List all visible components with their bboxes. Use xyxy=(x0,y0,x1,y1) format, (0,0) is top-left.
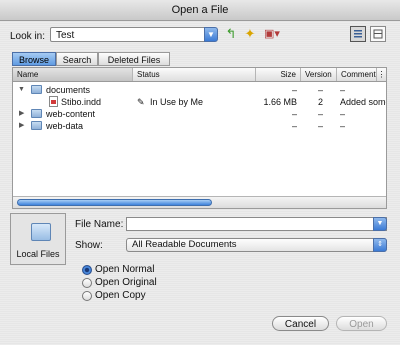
disclosure-closed-icon[interactable]: ▶ xyxy=(19,108,24,120)
tab-label: Deleted Files xyxy=(107,55,161,65)
item-version: – xyxy=(317,109,323,119)
new-folder-icon[interactable]: ✦ xyxy=(243,26,257,42)
disclosure-open-icon[interactable]: ▼ xyxy=(18,84,25,96)
look-in-dropdown-button[interactable]: ▼ xyxy=(204,27,218,42)
radio-button[interactable] xyxy=(82,265,92,275)
file-list[interactable]: Name Status Size Version Comment ⋮ ▼ doc… xyxy=(12,67,387,209)
open-file-dialog: Open a File Look in: Test ▼ ↰ ✦ ▣▾ Brows… xyxy=(0,0,400,345)
item-name: web-content xyxy=(46,109,96,119)
sidebar-item-label: Local Files xyxy=(16,249,60,259)
folder-icon xyxy=(31,109,42,118)
show-label: Show: xyxy=(75,240,103,251)
item-comment: – xyxy=(340,121,346,131)
chevron-down-icon: ▼ xyxy=(207,30,215,39)
item-size: 1.66 MB xyxy=(263,97,297,107)
item-name: web-data xyxy=(46,121,84,131)
look-in-select[interactable]: Test xyxy=(50,27,212,42)
toolbox-icon[interactable]: ▣▾ xyxy=(261,26,283,42)
column-header-comment[interactable]: Comment xyxy=(337,68,377,81)
item-comment: – xyxy=(340,109,346,119)
show-select[interactable]: All Readable Documents xyxy=(126,238,387,252)
item-comment: Added some xyxy=(340,97,386,107)
tab-label: Search xyxy=(62,55,92,65)
folder-icon xyxy=(31,85,42,94)
column-header-version[interactable]: Version xyxy=(301,68,337,81)
show-dropdown-button[interactable]: ⇕ xyxy=(373,238,387,252)
item-version: – xyxy=(317,85,323,95)
column-header-name[interactable]: Name xyxy=(13,68,133,81)
up-folder-icon[interactable]: ↰ xyxy=(224,26,238,42)
horizontal-scrollbar[interactable] xyxy=(13,196,386,208)
radio-button[interactable] xyxy=(82,278,92,288)
tab-search[interactable]: Search xyxy=(56,52,98,66)
item-name: Stibo.indd xyxy=(61,97,102,107)
item-name: documents xyxy=(46,85,91,95)
file-name-label: File Name: xyxy=(75,219,124,230)
disclosure-closed-icon[interactable]: ▶ xyxy=(19,120,24,132)
column-header-size[interactable]: Size xyxy=(256,68,301,81)
column-header-label: Version xyxy=(305,70,332,79)
item-comment: – xyxy=(340,85,346,95)
list-view-icon xyxy=(354,30,362,38)
file-name-dropdown-button[interactable]: ▼ xyxy=(373,217,387,231)
item-size: – xyxy=(291,121,297,131)
list-item[interactable]: ▶ web-content – – – xyxy=(13,108,386,120)
column-header-label: Name xyxy=(17,70,39,79)
sidebar-item-local-files[interactable]: Local Files xyxy=(10,213,66,265)
item-version: 2 xyxy=(317,97,323,107)
tab-label: Browse xyxy=(18,55,49,65)
tab-browse[interactable]: Browse xyxy=(12,52,56,66)
open-button[interactable]: Open xyxy=(336,316,387,331)
item-size: – xyxy=(291,109,297,119)
column-header-status[interactable]: Status xyxy=(133,68,256,81)
radio-label: Open Normal xyxy=(95,264,155,275)
indesign-document-icon xyxy=(49,96,58,107)
column-header-label: Status xyxy=(137,70,160,79)
detail-view-button[interactable] xyxy=(370,26,386,42)
radio-label: Open Original xyxy=(95,277,157,288)
chevron-updown-icon: ⇕ xyxy=(377,241,383,248)
list-view-button[interactable] xyxy=(350,26,366,42)
list-item[interactable]: ▶ web-data – – – xyxy=(13,120,386,132)
list-item[interactable]: ▼ documents – – – xyxy=(13,84,386,96)
folder-icon xyxy=(31,223,51,241)
list-item[interactable]: Stibo.indd ✎ In Use by Me 1.66 MB 2 Adde… xyxy=(13,96,386,108)
item-version: – xyxy=(317,121,323,131)
column-header-label: Comment xyxy=(341,70,376,79)
window-title: Open a File xyxy=(0,0,400,21)
item-status: In Use by Me xyxy=(150,97,204,107)
chevron-down-icon: ▼ xyxy=(376,220,384,227)
item-size: – xyxy=(291,85,297,95)
cancel-button[interactable]: Cancel xyxy=(272,316,329,331)
radio-label: Open Copy xyxy=(95,290,146,301)
radio-button[interactable] xyxy=(82,291,92,301)
column-chooser-icon[interactable]: ⋮ xyxy=(377,68,386,81)
pencil-icon: ✎ xyxy=(137,97,145,107)
column-header-label: Size xyxy=(280,70,296,79)
scrollbar-thumb[interactable] xyxy=(17,199,212,206)
folder-icon xyxy=(31,121,42,130)
detail-view-icon xyxy=(373,29,383,39)
column-header-row: Name Status Size Version Comment ⋮ xyxy=(13,68,386,82)
file-name-field[interactable] xyxy=(126,217,387,231)
look-in-label: Look in: xyxy=(10,31,46,42)
tab-deleted-files[interactable]: Deleted Files xyxy=(98,52,170,66)
